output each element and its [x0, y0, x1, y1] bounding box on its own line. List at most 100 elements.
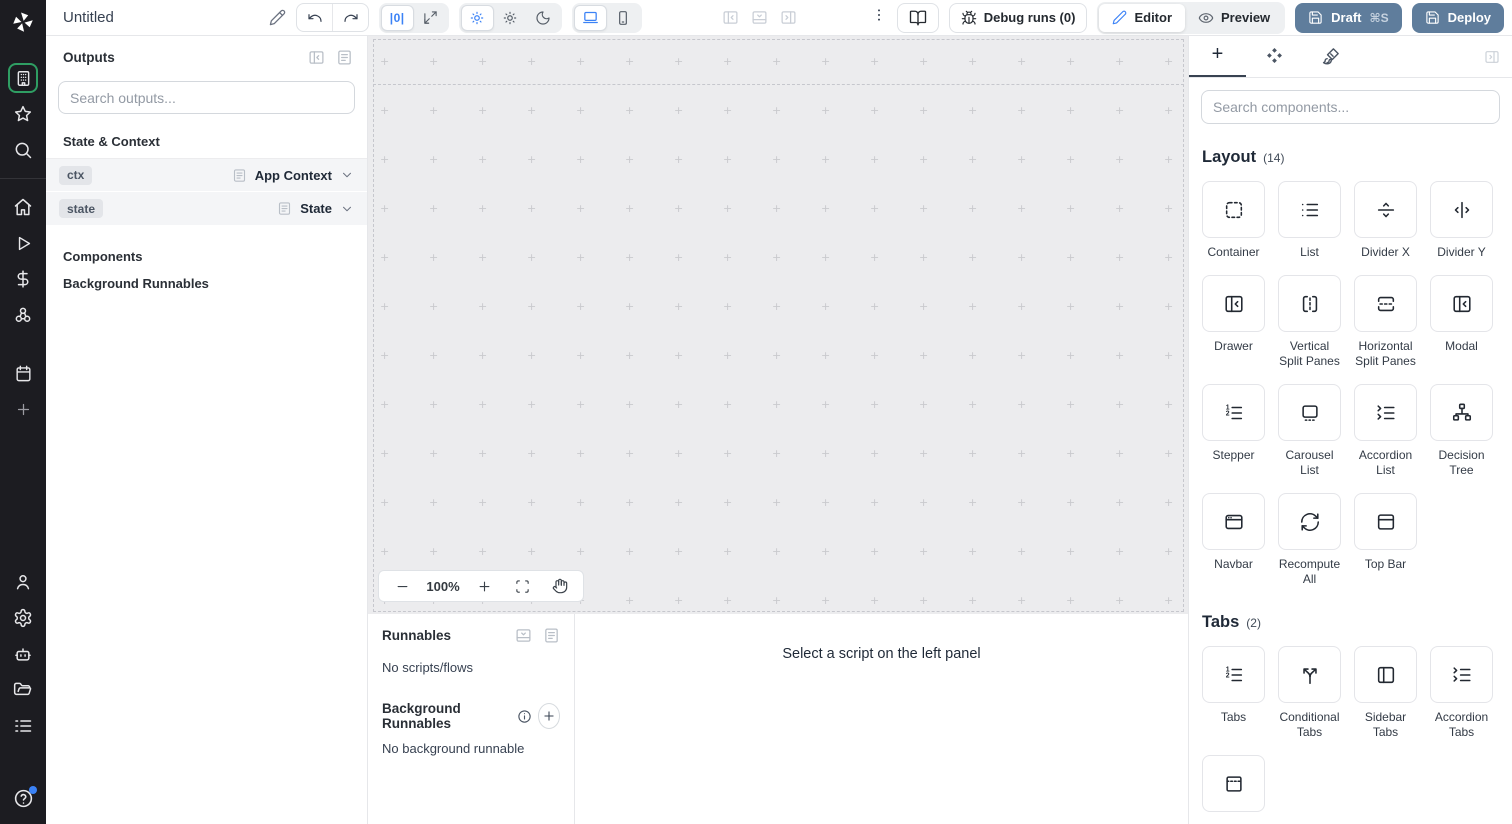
collapse-bottom-panel-icon[interactable]: [751, 9, 768, 26]
component-partial-card[interactable]: [1202, 755, 1265, 819]
runnables-empty-text: No scripts/flows: [382, 660, 474, 675]
stepper-icon: 12: [1225, 404, 1242, 419]
rail-settings-gear-icon[interactable]: [5, 600, 41, 636]
dashed-top-panel-icon: [1225, 775, 1242, 792]
kebab-menu-icon[interactable]: [871, 7, 887, 28]
component-carousel-list[interactable]: Carousel List: [1278, 384, 1341, 478]
select-script-hint: Select a script on the left panel: [782, 646, 981, 662]
component-top-bar[interactable]: Top Bar: [1354, 493, 1417, 587]
component-vertical-split-panes[interactable]: Vertical Split Panes: [1278, 275, 1341, 369]
theme-light-icon[interactable]: [494, 5, 527, 31]
component-tabs[interactable]: 12 Tabs: [1202, 646, 1265, 740]
component-stepper[interactable]: 12 Stepper: [1202, 384, 1265, 478]
state-row[interactable]: state State: [46, 192, 367, 225]
rail-resources-hub-icon[interactable]: [5, 297, 41, 333]
device-mobile-icon[interactable]: [607, 5, 640, 31]
rail-apps-icon[interactable]: [8, 63, 38, 93]
deploy-label: Deploy: [1447, 10, 1491, 25]
state-badge: state: [59, 199, 104, 218]
draft-button[interactable]: Draft ⌘S: [1295, 2, 1402, 33]
undo-icon[interactable]: [297, 4, 332, 31]
rail-workers-bot-icon[interactable]: [5, 636, 41, 672]
collapse-right-panel-icon[interactable]: [780, 9, 797, 26]
component-navbar[interactable]: Navbar: [1202, 493, 1265, 587]
tabs-icon: 12: [1225, 666, 1242, 681]
rail-user-icon[interactable]: [5, 564, 41, 600]
redo-icon[interactable]: [332, 4, 367, 31]
component-divider-x[interactable]: Divider X: [1354, 181, 1417, 260]
editor-tab[interactable]: Editor: [1099, 3, 1186, 32]
runnables-doc-icon[interactable]: [543, 627, 560, 644]
tab-styling[interactable]: [1303, 36, 1360, 77]
rail-logs-list-icon[interactable]: [5, 708, 41, 744]
outputs-collapse-panel-icon[interactable]: [308, 49, 325, 66]
svg-text:2: 2: [1225, 672, 1229, 679]
components-panel-tabs: +: [1189, 36, 1512, 78]
divider-y-icon: [1454, 201, 1469, 218]
ctx-row[interactable]: ctx App Context: [46, 158, 367, 191]
component-container[interactable]: Container: [1202, 181, 1265, 260]
component-sidebar-tabs[interactable]: Sidebar Tabs: [1354, 646, 1417, 740]
rail-favorites-star-icon[interactable]: [5, 96, 41, 132]
collapse-left-panel-icon[interactable]: [722, 9, 739, 26]
brush-icon: [1322, 48, 1339, 65]
outputs-doc-icon[interactable]: [336, 49, 353, 66]
component-accordion-list[interactable]: Accordion List: [1354, 384, 1417, 478]
rail-search-icon[interactable]: [5, 132, 41, 168]
component-accordion-tabs[interactable]: Accordion Tabs: [1430, 646, 1493, 740]
add-background-runnable-button[interactable]: [537, 703, 560, 729]
state-doc-icon[interactable]: [277, 201, 292, 216]
sidebar-tabs-icon: [1377, 666, 1394, 683]
components-collapse-panel-icon[interactable]: [1484, 36, 1512, 77]
carousel-icon: [1301, 404, 1318, 421]
deploy-button[interactable]: Deploy: [1411, 2, 1504, 33]
theme-auto-icon[interactable]: [460, 4, 494, 31]
app-canvas[interactable]: + + + + + + + + + + + + + + + + + + + + + + + + + + + + + + + + + + + + + + + +…: [368, 36, 1188, 614]
rail-runs-play-icon[interactable]: [5, 225, 41, 261]
zero-width-toggle[interactable]: |0|: [380, 4, 414, 31]
device-desktop-icon[interactable]: [573, 4, 607, 31]
ctx-chevron-down-icon[interactable]: [340, 168, 354, 182]
preview-tab[interactable]: Preview: [1185, 4, 1283, 32]
rail-help-icon[interactable]: [5, 780, 41, 816]
rail-folders-icon[interactable]: [5, 672, 41, 708]
info-icon[interactable]: [517, 709, 532, 724]
zoom-in-plus-icon[interactable]: [465, 571, 503, 601]
rail-create-plus-icon[interactable]: [5, 391, 41, 427]
rail-schedules-calendar-icon[interactable]: [5, 355, 41, 391]
runnables-collapse-panel-icon[interactable]: [515, 627, 532, 644]
maximize-icon[interactable]: [414, 5, 447, 31]
tab-component-settings[interactable]: [1246, 36, 1303, 77]
component-recompute-all[interactable]: Recompute All: [1278, 493, 1341, 587]
recompute-icon: [1300, 512, 1319, 531]
zoom-out-minus-icon[interactable]: [383, 571, 421, 601]
component-list[interactable]: List: [1278, 181, 1341, 260]
component-horizontal-split-panes[interactable]: Horizontal Split Panes: [1354, 275, 1417, 369]
rail-home-icon[interactable]: [5, 189, 41, 225]
theme-dark-icon[interactable]: [527, 5, 560, 31]
ctx-badge: ctx: [59, 165, 93, 185]
state-chevron-down-icon[interactable]: [340, 202, 354, 216]
docs-book-button[interactable]: [896, 2, 939, 33]
outputs-panel: Outputs State & Context ctx App Context …: [46, 36, 368, 824]
pan-hand-icon[interactable]: [541, 571, 579, 601]
debug-runs-button[interactable]: Debug runs (0): [948, 2, 1088, 33]
accordion-list-icon: [1376, 404, 1395, 420]
tab-insert-component[interactable]: +: [1189, 36, 1246, 77]
ctx-doc-icon[interactable]: [232, 168, 247, 183]
component-conditional-tabs[interactable]: Conditional Tabs: [1278, 646, 1341, 740]
windmill-logo[interactable]: [10, 9, 36, 40]
rail-variables-dollar-icon[interactable]: [5, 261, 41, 297]
component-decision-tree[interactable]: Decision Tree: [1430, 384, 1493, 478]
component-modal[interactable]: Modal: [1430, 275, 1493, 369]
outputs-search-input[interactable]: [58, 81, 355, 114]
edit-title-pencil-icon[interactable]: [269, 9, 286, 26]
components-search-input[interactable]: [1201, 90, 1500, 124]
tabs-section-title: Tabs: [1202, 613, 1240, 631]
state-type-label: State: [300, 201, 332, 216]
fit-view-scan-icon[interactable]: [503, 571, 541, 601]
component-drawer[interactable]: Drawer: [1202, 275, 1265, 369]
component-divider-y[interactable]: Divider Y: [1430, 181, 1493, 260]
divider-x-icon: [1377, 202, 1394, 217]
layout-section-count: (14): [1263, 151, 1285, 165]
